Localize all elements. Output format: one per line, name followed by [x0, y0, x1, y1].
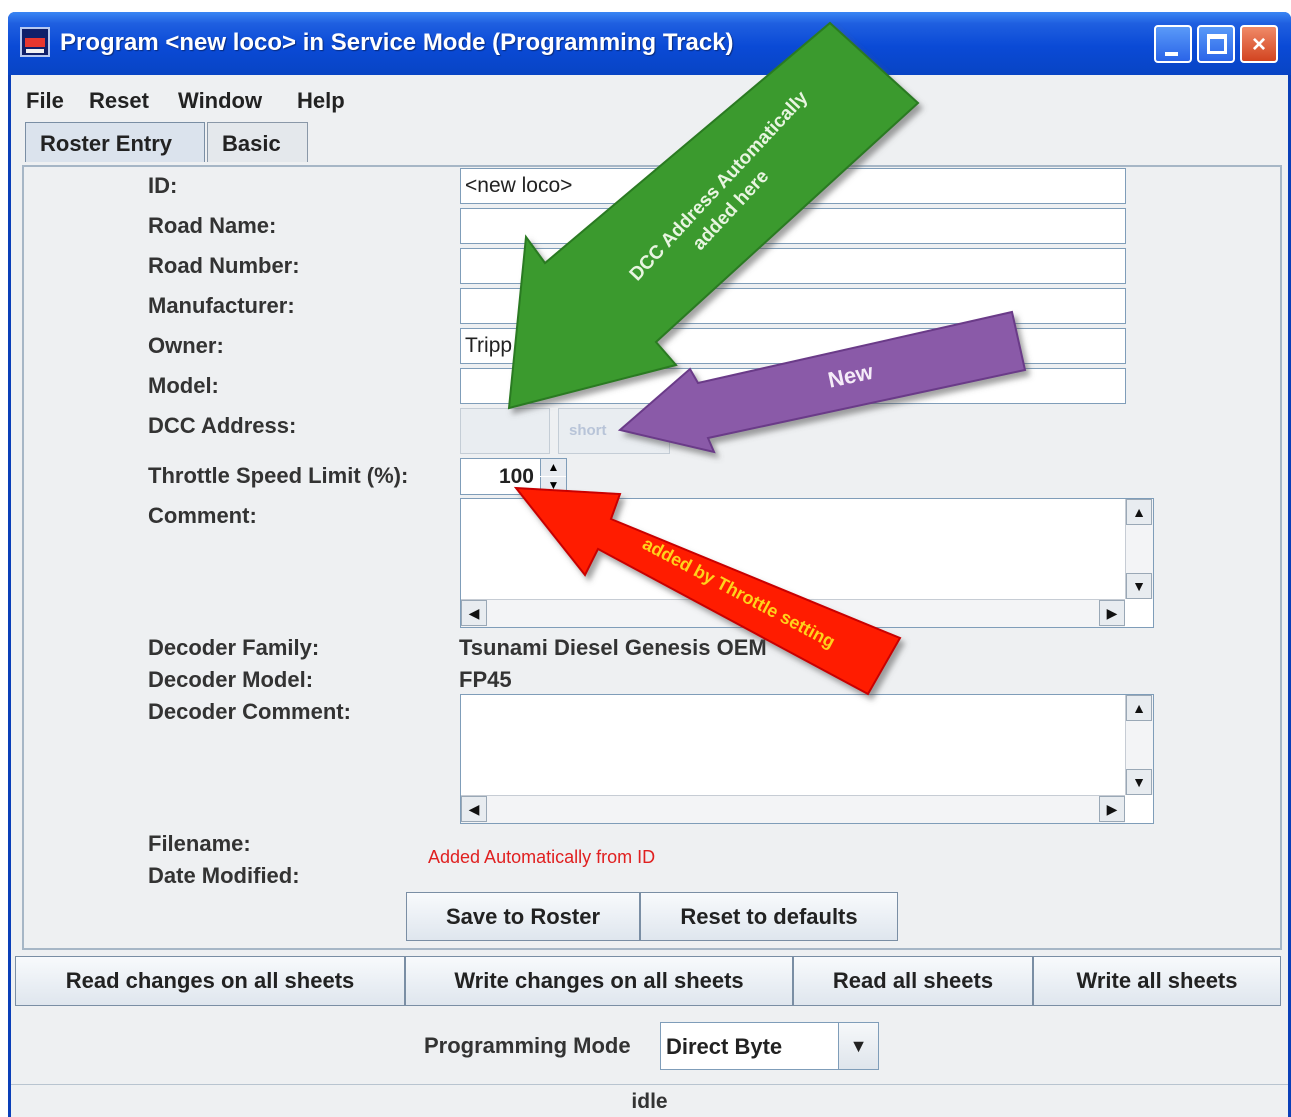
- scroll-up-icon[interactable]: ▲: [1126, 499, 1152, 525]
- programming-mode-label: Programming Mode: [424, 1033, 631, 1058]
- read-all-sheets-button[interactable]: Read all sheets: [793, 956, 1033, 1006]
- date-modified-label: Date Modified:: [148, 863, 300, 888]
- throttle-limit-value: 100: [498, 465, 534, 488]
- scroll-down-icon[interactable]: ▼: [1126, 573, 1152, 599]
- manufacturer-label: Manufacturer:: [148, 293, 295, 318]
- dcc-address-type-combo: short: [558, 408, 670, 454]
- manufacturer-field[interactable]: [460, 288, 1126, 324]
- chevron-down-icon[interactable]: ▼: [838, 1023, 878, 1069]
- id-label: ID:: [148, 173, 178, 198]
- write-all-sheets-button[interactable]: Write all sheets: [1033, 956, 1281, 1006]
- id-field[interactable]: <new loco>: [460, 168, 1126, 204]
- comment-label: Comment:: [148, 503, 257, 528]
- throttle-limit-label: Throttle Speed Limit (%):: [148, 463, 409, 488]
- programming-mode-value: Direct Byte: [666, 1034, 783, 1059]
- menu-reset[interactable]: Reset: [89, 88, 149, 114]
- menu-window[interactable]: Window: [178, 88, 262, 114]
- menu-help[interactable]: Help: [297, 88, 345, 114]
- decoder-model-label: Decoder Model:: [148, 667, 314, 692]
- read-changes-button[interactable]: Read changes on all sheets: [15, 956, 405, 1006]
- road-name-label: Road Name:: [148, 213, 277, 238]
- decoder-comment-vertical-scrollbar[interactable]: ▲ ▼: [1125, 695, 1153, 795]
- comment-textarea[interactable]: ▲ ▼ ◀ ▶: [460, 498, 1154, 628]
- program-window: Program <new loco> in Service Mode (Prog…: [8, 12, 1291, 1117]
- locomotive-icon: [20, 27, 50, 57]
- maximize-icon: [1207, 34, 1227, 54]
- filename-note: Added Automatically from ID: [428, 847, 656, 867]
- tab-basic[interactable]: Basic: [207, 122, 308, 162]
- scroll-down-icon[interactable]: ▼: [1126, 769, 1152, 795]
- model-label: Model:: [148, 373, 219, 398]
- menu-file[interactable]: File: [26, 88, 64, 114]
- scroll-up-icon[interactable]: ▲: [1126, 695, 1152, 721]
- decoder-comment-horizontal-scrollbar[interactable]: ◀ ▶: [461, 795, 1125, 823]
- window-title: Program <new loco> in Service Mode (Prog…: [60, 29, 734, 56]
- maximize-button[interactable]: [1197, 25, 1235, 63]
- scroll-right-icon[interactable]: ▶: [1099, 796, 1125, 822]
- scroll-left-icon[interactable]: ◀: [461, 796, 487, 822]
- spinner-up-icon[interactable]: ▲: [540, 459, 566, 476]
- decoder-family-value: Tsunami Diesel Genesis OEM: [459, 635, 767, 660]
- write-changes-button[interactable]: Write changes on all sheets: [405, 956, 793, 1006]
- road-name-field[interactable]: [460, 208, 1126, 244]
- throttle-limit-spinner[interactable]: 100 ▲ ▼: [460, 458, 567, 495]
- title-bar[interactable]: Program <new loco> in Service Mode (Prog…: [8, 12, 1291, 75]
- decoder-family-label: Decoder Family:: [148, 635, 320, 660]
- model-field[interactable]: [460, 368, 1126, 404]
- minimize-icon: [1165, 52, 1178, 56]
- spinner-down-icon[interactable]: ▼: [540, 477, 566, 494]
- dcc-address-label: DCC Address:: [148, 413, 297, 438]
- filename-label: Filename:: [148, 831, 251, 856]
- tab-roster-entry[interactable]: Roster Entry: [25, 122, 205, 162]
- comment-vertical-scrollbar[interactable]: ▲ ▼: [1125, 499, 1153, 599]
- owner-field[interactable]: Tripp: [460, 328, 1126, 364]
- road-number-field[interactable]: [460, 248, 1126, 284]
- programming-mode-combo[interactable]: Direct Byte ▼: [660, 1022, 879, 1070]
- comment-horizontal-scrollbar[interactable]: ◀ ▶: [461, 599, 1125, 627]
- status-bar: idle: [11, 1084, 1288, 1117]
- menu-bar: File Reset Window Help: [11, 75, 1288, 119]
- close-icon: ×: [1251, 31, 1266, 58]
- owner-label: Owner:: [148, 333, 224, 358]
- close-button[interactable]: ×: [1240, 25, 1278, 63]
- decoder-model-value: FP45: [459, 667, 512, 692]
- minimize-button[interactable]: [1154, 25, 1192, 63]
- reset-to-defaults-button[interactable]: Reset to defaults: [640, 892, 898, 941]
- dcc-address-field: [460, 408, 550, 454]
- scroll-right-icon[interactable]: ▶: [1099, 600, 1125, 626]
- status-text: idle: [631, 1090, 668, 1113]
- decoder-comment-textarea[interactable]: ▲ ▼ ◀ ▶: [460, 694, 1154, 824]
- road-number-label: Road Number:: [148, 253, 300, 278]
- save-to-roster-button[interactable]: Save to Roster: [406, 892, 640, 941]
- decoder-comment-label: Decoder Comment:: [148, 699, 351, 724]
- scroll-left-icon[interactable]: ◀: [461, 600, 487, 626]
